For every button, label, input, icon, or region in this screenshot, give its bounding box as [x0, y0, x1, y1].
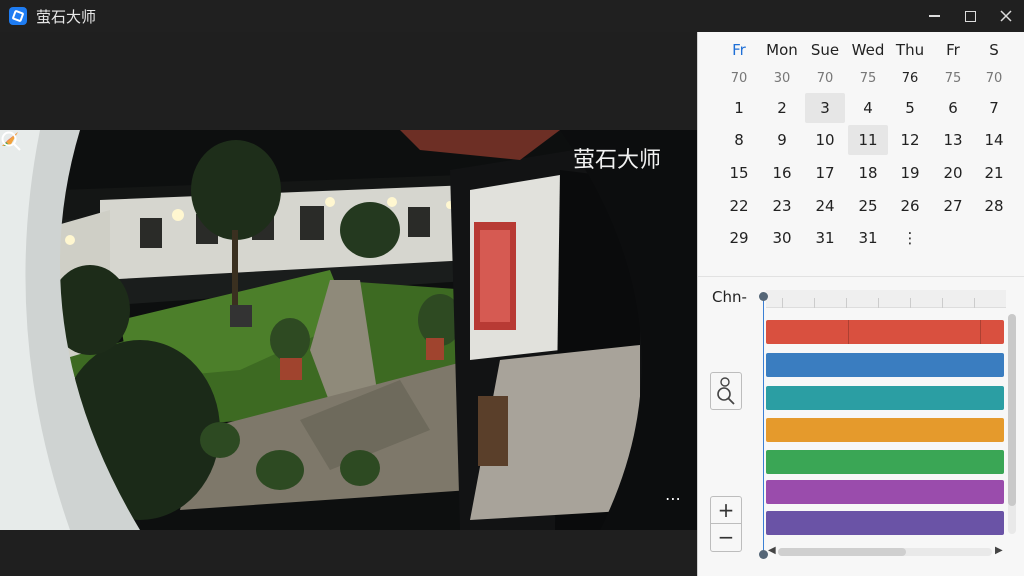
calendar-day[interactable]: 6 [933, 93, 973, 123]
calendar-day[interactable]: 75 [848, 64, 888, 94]
horizontal-scrollbar[interactable] [778, 548, 992, 556]
calendar: Fr Mon Sue Wed Thu Fr S 70 30 70 75 76 7… [698, 32, 1024, 276]
app-title: 萤石大师 [36, 8, 97, 26]
calendar-day[interactable]: 31 [805, 223, 845, 253]
ruler-tick [782, 298, 783, 308]
vertical-scrollbar[interactable] [1008, 314, 1016, 534]
calendar-day[interactable]: 7 [974, 93, 1014, 123]
horizontal-scroll-thumb[interactable] [778, 548, 906, 556]
calendar-day[interactable]: 15 [719, 158, 759, 188]
channel-track[interactable] [766, 418, 1004, 442]
weekday-header: Mon [766, 41, 798, 59]
calendar-day[interactable]: 76 [890, 64, 930, 94]
timeline-zoom-controls: + − [710, 496, 742, 552]
calendar-day[interactable]: 75 [933, 64, 973, 94]
maximize-icon [964, 10, 976, 22]
ruler-tick [846, 298, 847, 308]
calendar-day[interactable]: 5 [890, 93, 930, 123]
calendar-day[interactable]: 27 [933, 191, 973, 221]
watermark-text: 萤石大师 [572, 148, 661, 173]
weekday-header: Fr [732, 41, 746, 59]
title-bar: 萤石大师 [0, 0, 1024, 32]
channel-track[interactable] [766, 450, 1004, 474]
calendar-day[interactable]: 4 [848, 93, 888, 123]
calendar-day-highlighted[interactable]: 3 [805, 93, 845, 123]
calendar-day[interactable]: 19 [890, 158, 930, 188]
calendar-day[interactable]: 12 [890, 125, 930, 155]
calendar-day-highlighted[interactable]: 11 [848, 125, 888, 155]
close-icon [1000, 10, 1012, 22]
channel-track[interactable] [766, 386, 1004, 410]
calendar-day[interactable]: 9 [762, 125, 802, 155]
calendar-day[interactable]: 2 [762, 93, 802, 123]
app-logo-icon [9, 7, 27, 25]
divider [698, 276, 1024, 277]
channel-track[interactable] [766, 353, 1004, 377]
zoom-out-button[interactable]: − [711, 524, 741, 551]
side-panel: Fr Mon Sue Wed Thu Fr S 70 30 70 75 76 7… [697, 32, 1024, 576]
calendar-day[interactable]: 70 [719, 64, 759, 94]
calendar-day[interactable]: 20 [933, 158, 973, 188]
channel-track[interactable] [766, 511, 1004, 535]
calendar-day[interactable]: 10 [805, 125, 845, 155]
ruler-tick [942, 298, 943, 308]
calendar-day[interactable]: 70 [805, 64, 845, 94]
scroll-right-icon[interactable]: ▶ [995, 545, 1003, 556]
channel-label: Chn- [712, 288, 747, 306]
scroll-left-icon[interactable]: ◀ [768, 545, 776, 556]
calendar-day[interactable]: 18 [848, 158, 888, 188]
weekday-header: Wed [851, 41, 885, 59]
calendar-day[interactable]: ⋮ [890, 223, 930, 253]
calendar-day[interactable]: 13 [933, 125, 973, 155]
weekday-header: Thu [895, 41, 925, 59]
track-segment-divider [848, 320, 849, 344]
calendar-day[interactable]: 23 [762, 191, 802, 221]
minimize-icon [928, 15, 940, 17]
calendar-day[interactable]: 25 [848, 191, 888, 221]
calendar-day[interactable]: 21 [974, 158, 1014, 188]
ruler-tick [814, 298, 815, 308]
weekday-header: Fr [946, 41, 960, 59]
calendar-day[interactable]: 17 [805, 158, 845, 188]
video-area: 萤石大师 ⋯ [0, 32, 697, 576]
playhead-handle-top[interactable] [759, 292, 768, 301]
calendar-day[interactable]: 31 [848, 223, 888, 253]
playhead-handle-bottom[interactable] [759, 550, 768, 559]
ruler-tick [910, 298, 911, 308]
calendar-day[interactable]: 28 [974, 191, 1014, 221]
calendar-day[interactable]: 30 [762, 64, 802, 94]
close-button[interactable] [988, 0, 1024, 32]
courtyard-scene [0, 130, 697, 530]
calendar-day[interactable]: 30 [762, 223, 802, 253]
calendar-day[interactable]: 8 [719, 125, 759, 155]
calendar-day[interactable]: 26 [890, 191, 930, 221]
search-person-icon [717, 377, 735, 405]
weekday-header: S [989, 41, 999, 59]
ruler-tick [974, 298, 975, 308]
playhead[interactable] [763, 296, 764, 554]
more-icon[interactable]: ⋯ [662, 488, 684, 510]
calendar-day[interactable]: 24 [805, 191, 845, 221]
time-ruler[interactable] [766, 290, 1006, 308]
calendar-day[interactable]: 70 [974, 64, 1014, 94]
calendar-day[interactable]: 29 [719, 223, 759, 253]
calendar-day[interactable]: 16 [762, 158, 802, 188]
maximize-button[interactable] [952, 0, 988, 32]
ruler-tick [878, 298, 879, 308]
calendar-day[interactable]: 1 [719, 93, 759, 123]
calendar-day[interactable]: 22 [719, 191, 759, 221]
zoom-in-button[interactable]: + [711, 497, 741, 524]
channel-track[interactable] [766, 480, 1004, 504]
channel-track[interactable] [766, 320, 1004, 344]
calendar-day[interactable]: 14 [974, 125, 1014, 155]
camera-video-feed[interactable]: 萤石大师 ⋯ [0, 130, 697, 530]
zoom-icon[interactable] [0, 130, 22, 152]
vertical-scroll-thumb[interactable] [1008, 314, 1016, 506]
track-segment-divider [980, 320, 981, 344]
search-person-button[interactable] [710, 372, 742, 410]
weekday-header: Sue [810, 41, 840, 59]
minimize-button[interactable] [916, 0, 952, 32]
